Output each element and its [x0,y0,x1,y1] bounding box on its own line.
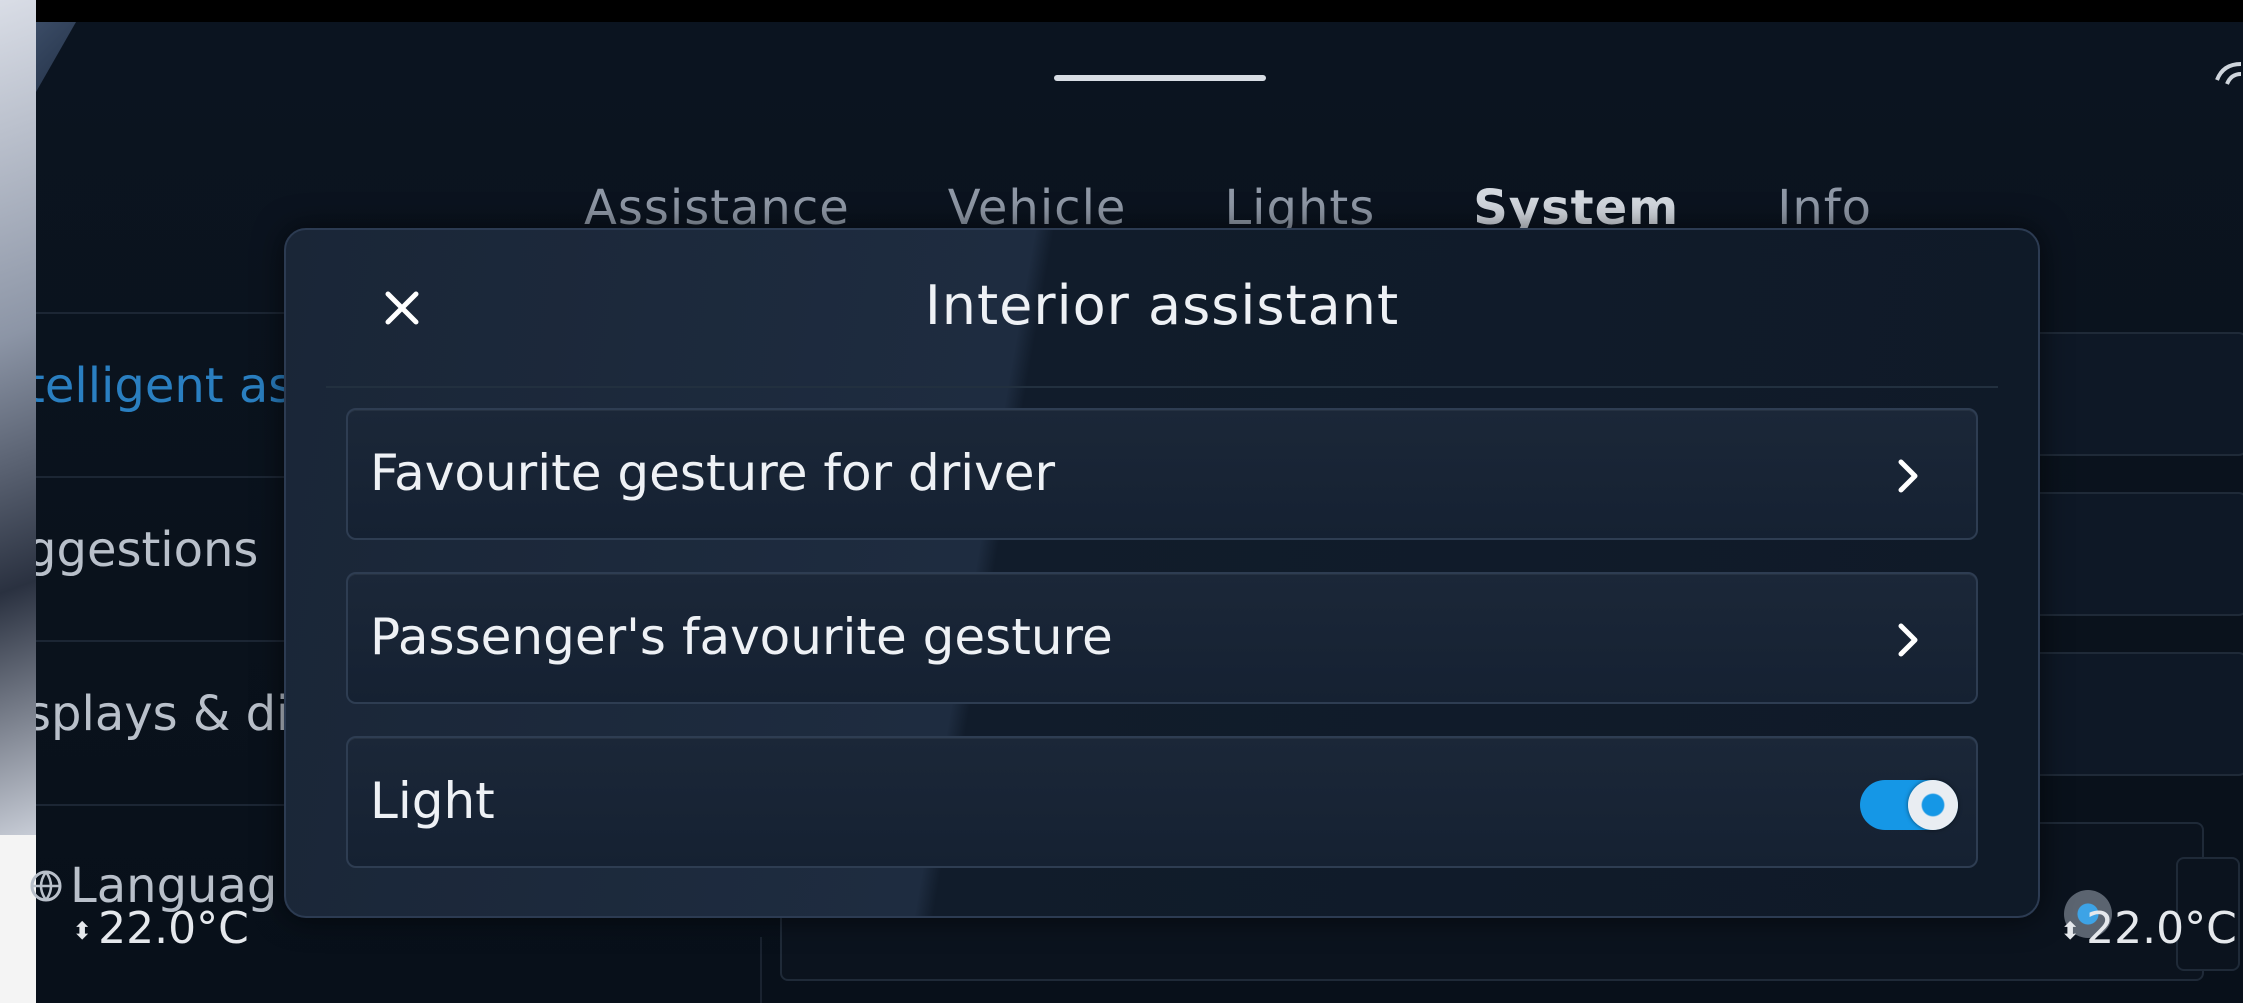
list-item-label: ggestions [36,522,259,578]
list-item-label: splays & dis [36,686,315,742]
chevron-right-icon [1898,623,1918,657]
list-item-intelligent-assistant[interactable]: telligent as [36,312,326,478]
corner-decoration [36,22,76,92]
wifi-icon [2215,62,2242,85]
light-toggle[interactable] [1860,780,1958,830]
background-photo-edge-bottom [0,835,36,1003]
background-right-row [2013,332,2243,456]
background-photo-edge [0,0,36,835]
climate-temp-right[interactable]: ⬍ 22.0°C [2060,903,2237,954]
dialog-title: Interior assistant [924,274,1400,337]
list-item-label: telligent as [36,358,294,414]
interior-assistant-dialog: Interior assistant Favourite gesture for… [284,228,2040,918]
climate-temp-left[interactable]: ⬍ 22.0°C [72,903,249,954]
background-right-row [2013,492,2243,616]
temp-stepper-icon: ⬍ [72,917,93,945]
passenger-favourite-gesture-row[interactable]: Passenger's favourite gesture [346,572,1978,704]
favourite-gesture-driver-row[interactable]: Favourite gesture for driver [346,408,1978,540]
divider [326,386,1998,388]
row-label: Passenger's favourite gesture [370,608,1113,666]
divider [760,937,762,1003]
chevron-right-icon [1898,459,1918,493]
light-row: Light [346,736,1978,868]
list-item-suggestions[interactable]: ggestions [36,476,326,642]
temp-stepper-icon: ⬍ [2060,917,2081,945]
temp-value: 22.0°C [98,903,249,954]
toggle-knob [1908,780,1958,830]
drag-handle[interactable] [1054,75,1266,81]
row-label: Favourite gesture for driver [370,444,1056,502]
background-right-row [2013,652,2243,776]
list-item-displays[interactable]: splays & dis [36,640,326,806]
temp-value: 22.0°C [2086,903,2237,954]
globe-icon [30,870,62,902]
row-label: Light [370,772,495,830]
